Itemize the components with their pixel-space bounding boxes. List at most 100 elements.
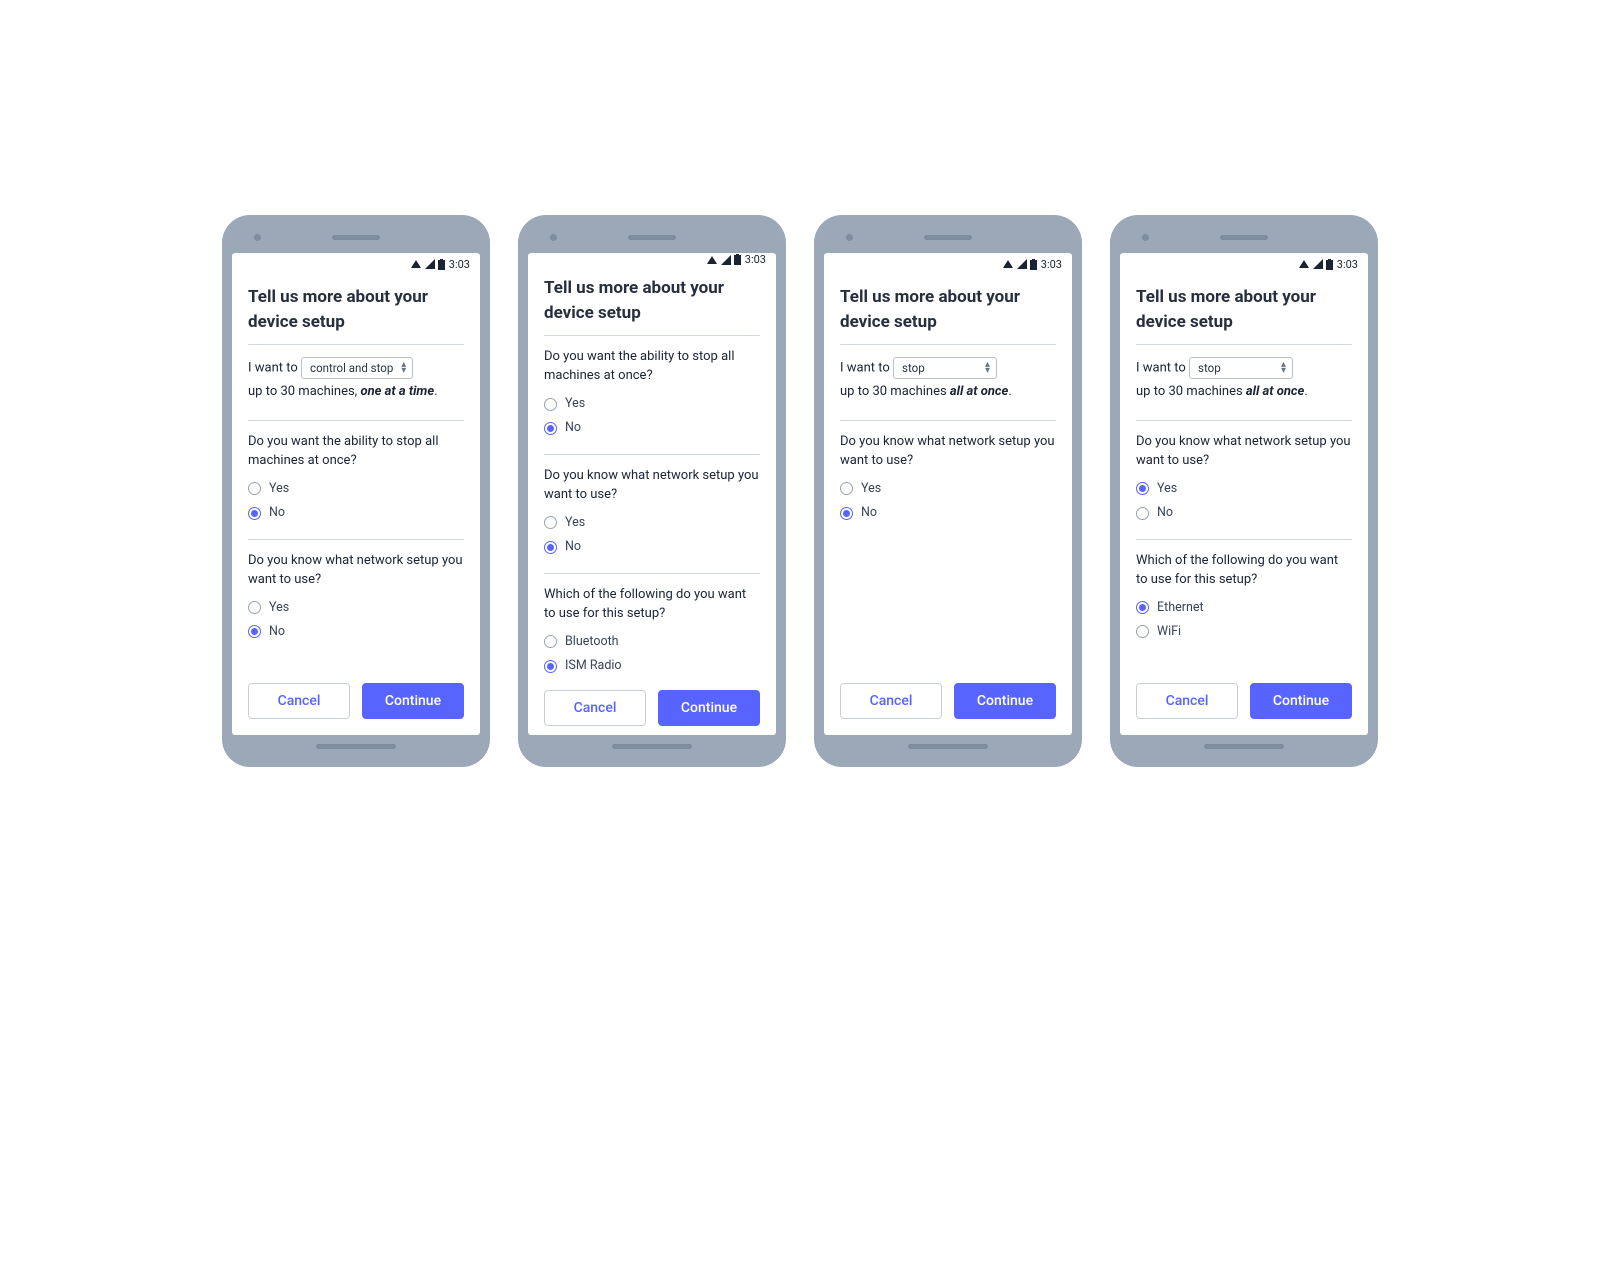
status-icons — [1002, 259, 1037, 270]
radio-icon — [544, 516, 557, 529]
question-text: Do you want the ability to stop all mach… — [544, 348, 760, 386]
phone-mock-3: 3:03 Tell us more about your device setu… — [814, 215, 1082, 767]
speaker-slot — [332, 235, 380, 240]
select-value: control and stop — [310, 360, 393, 377]
home-bar — [1204, 744, 1284, 749]
phone-mock-1: 3:03 Tell us more about your device setu… — [222, 215, 490, 767]
radio-label: ISM Radio — [565, 657, 622, 675]
radio-option-wifi[interactable]: WiFi — [1136, 623, 1352, 641]
radio-option-ism[interactable]: ISM Radio — [544, 657, 760, 675]
action-select[interactable]: control and stop ▴▾ — [301, 357, 413, 379]
status-time: 3:03 — [1337, 258, 1358, 271]
radio-icon — [1136, 601, 1149, 614]
radio-label: WiFi — [1157, 623, 1181, 641]
radio-icon — [544, 398, 557, 411]
divider — [840, 344, 1056, 345]
radio-option-yes[interactable]: Yes — [544, 395, 760, 413]
radio-label: No — [565, 538, 581, 556]
question-text: Do you know what network setup you want … — [1136, 433, 1352, 471]
question-text: Which of the following do you want to us… — [544, 586, 760, 624]
sentence-prefix: I want to — [1136, 361, 1186, 376]
action-row: Cancel Continue — [1136, 671, 1352, 735]
question-text: Do you know what network setup you want … — [840, 433, 1056, 471]
signal-icon — [425, 259, 435, 269]
intent-sentence-line1: I want to control and stop ▴▾ — [248, 357, 464, 379]
action-row: Cancel Continue — [840, 671, 1056, 735]
camera-dot — [846, 234, 853, 241]
phone-bezel-bottom — [824, 735, 1072, 757]
camera-dot — [550, 234, 557, 241]
status-icons — [706, 254, 741, 265]
signal-icon — [721, 255, 731, 265]
radio-option-yes[interactable]: Yes — [1136, 480, 1352, 498]
radio-option-yes[interactable]: Yes — [544, 514, 760, 532]
content-area: Tell us more about your device setup I w… — [824, 275, 1072, 735]
divider — [1136, 344, 1352, 345]
select-value: stop — [902, 360, 925, 377]
cancel-button[interactable]: Cancel — [544, 690, 646, 726]
radio-label: Yes — [565, 514, 585, 532]
intent-sentence-line2: up to 30 machines, one at a time. — [248, 383, 464, 402]
cancel-button[interactable]: Cancel — [248, 683, 350, 719]
page-title: Tell us more about your device setup — [1136, 285, 1352, 334]
chevron-up-down-icon: ▴▾ — [1281, 362, 1286, 374]
continue-button[interactable]: Continue — [954, 683, 1056, 719]
radio-icon — [544, 422, 557, 435]
radio-icon — [248, 625, 261, 638]
sentence-prefix: I want to — [840, 361, 890, 376]
action-select[interactable]: stop ▴▾ — [893, 357, 997, 379]
divider — [544, 573, 760, 574]
radio-icon — [248, 482, 261, 495]
speaker-slot — [924, 235, 972, 240]
action-select[interactable]: stop ▴▾ — [1189, 357, 1293, 379]
radio-option-no[interactable]: No — [1136, 504, 1352, 522]
radio-option-no[interactable]: No — [248, 504, 464, 522]
radio-icon — [1136, 507, 1149, 520]
speaker-slot — [628, 235, 676, 240]
radio-icon — [840, 482, 853, 495]
continue-button[interactable]: Continue — [1250, 683, 1352, 719]
question-text: Do you want the ability to stop all mach… — [248, 433, 464, 471]
continue-button[interactable]: Continue — [658, 690, 760, 726]
radio-option-yes[interactable]: Yes — [248, 480, 464, 498]
select-value: stop — [1198, 360, 1221, 377]
action-row: Cancel Continue — [248, 671, 464, 735]
radio-option-bluetooth[interactable]: Bluetooth — [544, 633, 760, 651]
cancel-button[interactable]: Cancel — [1136, 683, 1238, 719]
intent-sentence-line1: I want to stop ▴▾ — [840, 357, 1056, 379]
question-text: Which of the following do you want to us… — [1136, 552, 1352, 590]
phone-mock-4: 3:03 Tell us more about your device setu… — [1110, 215, 1378, 767]
radio-label: No — [269, 504, 285, 522]
radio-option-no[interactable]: No — [544, 538, 760, 556]
status-icons — [410, 259, 445, 270]
screen: 3:03 Tell us more about your device setu… — [1120, 253, 1368, 735]
radio-label: Yes — [269, 599, 289, 617]
status-bar: 3:03 — [1120, 253, 1368, 275]
phone-bezel-bottom — [1120, 735, 1368, 757]
radio-label: Yes — [269, 480, 289, 498]
radio-option-no[interactable]: No — [248, 623, 464, 641]
radio-option-yes[interactable]: Yes — [840, 480, 1056, 498]
divider — [248, 539, 464, 540]
divider — [840, 420, 1056, 421]
divider — [248, 344, 464, 345]
cancel-button[interactable]: Cancel — [840, 683, 942, 719]
wifi-icon — [706, 255, 718, 265]
radio-icon — [248, 507, 261, 520]
phone-mock-2: 3:03 Tell us more about your device setu… — [518, 215, 786, 767]
radio-option-no[interactable]: No — [544, 419, 760, 437]
status-time: 3:03 — [449, 258, 470, 271]
radio-option-no[interactable]: No — [840, 504, 1056, 522]
intent-sentence-line2: up to 30 machines all at once. — [1136, 383, 1352, 402]
continue-button[interactable]: Continue — [362, 683, 464, 719]
radio-label: No — [565, 419, 581, 437]
speaker-slot — [1220, 235, 1268, 240]
status-bar: 3:03 — [824, 253, 1072, 275]
sentence-prefix: I want to — [248, 361, 298, 376]
page-title: Tell us more about your device setup — [544, 276, 760, 325]
radio-option-ethernet[interactable]: Ethernet — [1136, 599, 1352, 617]
chevron-up-down-icon: ▴▾ — [401, 362, 406, 374]
radio-option-yes[interactable]: Yes — [248, 599, 464, 617]
phone-bezel-top — [528, 225, 776, 253]
screen: 3:03 Tell us more about your device setu… — [528, 253, 776, 735]
